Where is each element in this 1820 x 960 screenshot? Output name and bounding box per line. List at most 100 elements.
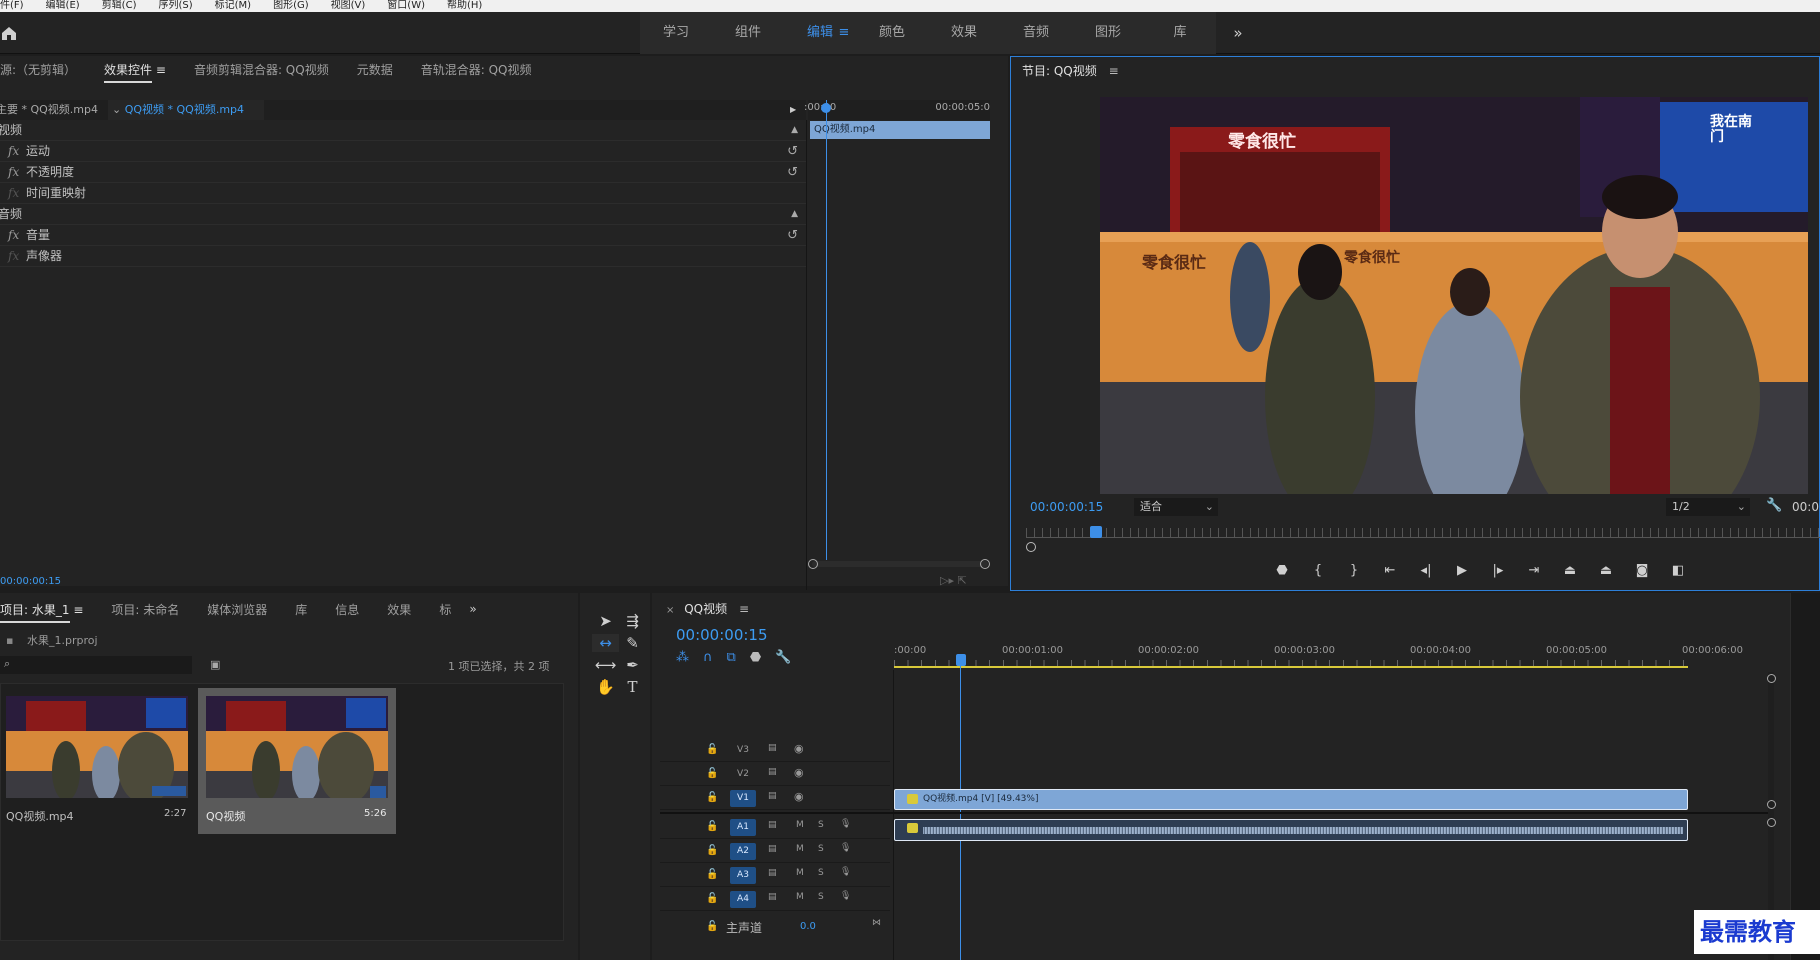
ripple-edit-tool-icon[interactable]: ↔ xyxy=(592,634,619,652)
program-scrub-ruler[interactable] xyxy=(1026,528,1820,538)
menu-file[interactable]: 件(F) xyxy=(0,0,24,12)
selection-tool-icon[interactable]: ➤ xyxy=(592,612,619,630)
zoom-handle[interactable] xyxy=(1026,542,1036,552)
sequence-clip-dropdown[interactable]: ⌄ QQ视频 * QQ视频.mp4 xyxy=(108,100,264,120)
fx-export-icons[interactable]: ▷▸ ⇱ xyxy=(940,574,967,587)
fx-clip-bar[interactable]: QQ视频.mp4 xyxy=(810,121,990,139)
sync-lock-icon[interactable]: ▤ xyxy=(768,844,777,854)
tab-audio-clip-mixer[interactable]: 音频剪辑混合器: QQ视频 xyxy=(180,61,343,78)
fit-dropdown[interactable]: 适合 ⌄ xyxy=(1134,498,1218,516)
master-volume-value[interactable]: 0.0 xyxy=(800,921,816,932)
solo-button[interactable]: S xyxy=(818,844,824,854)
panel-menu-icon[interactable]: ≡ xyxy=(739,602,749,616)
microphone-icon[interactable]: 🎙 xyxy=(840,843,851,853)
step-back-icon[interactable]: ◂| xyxy=(1408,563,1444,578)
microphone-icon[interactable]: 🎙 xyxy=(840,891,851,901)
effect-row-motion[interactable]: fx 运动 ↺ xyxy=(0,141,806,162)
panel-menu-icon[interactable]: ≡ xyxy=(156,63,166,77)
home-icon[interactable] xyxy=(0,24,20,42)
track-target-a3[interactable]: A3 xyxy=(730,867,756,884)
reset-icon[interactable]: ↺ xyxy=(787,225,798,246)
mark-out-icon[interactable]: } xyxy=(1336,563,1372,578)
wrench-icon[interactable]: 🔧 xyxy=(1766,498,1782,513)
workspace-effects[interactable]: 效果 xyxy=(928,12,1000,54)
scroll-handle-left[interactable] xyxy=(808,559,818,569)
resolution-dropdown[interactable]: 1/2 ⌄ xyxy=(1666,498,1750,516)
program-playhead[interactable] xyxy=(1090,526,1102,538)
add-marker-icon[interactable]: ⬣ xyxy=(750,650,761,665)
microphone-icon[interactable]: 🎙 xyxy=(840,819,851,829)
fx-horizontal-scrollbar[interactable] xyxy=(812,561,988,567)
fx-icon[interactable]: fx xyxy=(0,246,26,267)
panel-overflow-icon[interactable]: » xyxy=(465,602,476,616)
menu-clip[interactable]: 剪辑(C) xyxy=(102,0,137,12)
add-marker-icon[interactable]: ⬣ xyxy=(1264,563,1300,578)
tab-metadata[interactable]: 元数据 xyxy=(343,61,407,78)
fx-icon[interactable]: fx xyxy=(0,141,26,162)
video-clip-v1[interactable]: QQ视频.mp4 [V] [49.43%] xyxy=(894,789,1688,810)
eye-icon[interactable]: ◉ xyxy=(794,742,804,755)
settings-wrench-icon[interactable]: 🔧 xyxy=(775,650,791,665)
project-item-clip[interactable]: QQ视频.mp4 2:27 xyxy=(2,688,196,834)
workspace-audio[interactable]: 音频 xyxy=(1000,12,1072,54)
tab-project-fruit[interactable]: 项目: 水果_1 ≡ xyxy=(0,601,97,623)
mute-button[interactable]: M xyxy=(796,892,804,902)
mute-button[interactable]: M xyxy=(796,844,804,854)
reset-icon[interactable]: ↺ xyxy=(787,141,798,162)
effect-row-time-remap[interactable]: fx 时间重映射 xyxy=(0,183,806,204)
workspace-overflow-icon[interactable]: » xyxy=(1226,12,1250,54)
reset-icon[interactable]: ↺ xyxy=(787,162,798,183)
effect-row-opacity[interactable]: fx 不透明度 ↺ xyxy=(0,162,806,183)
track-target-a4[interactable]: A4 xyxy=(730,891,756,908)
effect-row-volume[interactable]: fx 音量 ↺ xyxy=(0,225,806,246)
solo-button[interactable]: S xyxy=(818,868,824,878)
lock-icon[interactable]: 🔓 xyxy=(706,792,718,803)
effect-row-panner[interactable]: fx 声像器 xyxy=(0,246,806,267)
lift-icon[interactable]: ⏏ xyxy=(1552,563,1588,578)
menu-window[interactable]: 窗口(W) xyxy=(387,0,425,12)
tab-info[interactable]: 信息 xyxy=(321,601,373,618)
type-tool-icon[interactable]: T xyxy=(619,678,646,696)
tab-media-browser[interactable]: 媒体浏览器 xyxy=(193,601,281,618)
fx-icon[interactable]: fx xyxy=(0,162,26,183)
tab-effect-controls[interactable]: 效果控件 ≡ xyxy=(90,61,180,83)
lock-icon[interactable]: 🔓 xyxy=(706,869,718,880)
workspace-color[interactable]: 颜色 xyxy=(856,12,928,54)
slip-tool-icon[interactable]: ⟷ xyxy=(592,656,619,674)
program-timecode[interactable]: 00:00:00:15 xyxy=(1030,500,1103,514)
hand-tool-icon[interactable]: ✋ xyxy=(592,678,619,696)
tab-libraries[interactable]: 库 xyxy=(281,601,321,618)
workspace-libraries[interactable]: 库 xyxy=(1144,12,1216,54)
camera-icon[interactable]: ◙ xyxy=(1624,563,1660,578)
sync-lock-icon[interactable]: ▤ xyxy=(768,743,777,753)
pen-tool-icon[interactable]: ✒ xyxy=(619,656,646,674)
eye-icon[interactable]: ◉ xyxy=(794,790,804,803)
tab-effects[interactable]: 效果 xyxy=(373,601,425,618)
project-search-input[interactable]: ⌕ xyxy=(0,656,192,674)
step-forward-icon[interactable]: |▸ xyxy=(1480,563,1516,578)
close-icon[interactable]: × xyxy=(666,605,674,616)
compare-icon[interactable]: ◧ xyxy=(1660,563,1696,578)
track-target-v1[interactable]: V1 xyxy=(730,790,756,807)
menu-view[interactable]: 视图(V) xyxy=(331,0,366,12)
solo-button[interactable]: S xyxy=(818,892,824,902)
play-arrow-icon[interactable]: ▶ xyxy=(790,100,796,120)
go-to-out-icon[interactable]: ⇥ xyxy=(1516,563,1552,578)
fx-timecode[interactable]: 00:00:00:15 xyxy=(0,576,61,587)
sync-lock-icon[interactable]: ▤ xyxy=(768,767,777,777)
sync-lock-icon[interactable]: ▤ xyxy=(768,892,777,902)
snap-magnet-icon[interactable]: ∩ xyxy=(703,650,713,665)
fx-playhead[interactable] xyxy=(826,100,827,560)
microphone-icon[interactable]: 🎙 xyxy=(840,867,851,877)
track-select-tool-icon[interactable]: ⇶ xyxy=(619,612,646,630)
lock-icon[interactable]: 🔓 xyxy=(706,845,718,856)
mute-button[interactable]: M xyxy=(796,820,804,830)
fx-icon[interactable]: fx xyxy=(0,225,26,246)
tab-markers[interactable]: 标 xyxy=(425,601,465,618)
lock-icon[interactable]: 🔓 xyxy=(706,921,718,932)
lock-icon[interactable]: 🔓 xyxy=(706,768,718,779)
workspace-graphics[interactable]: 图形 xyxy=(1072,12,1144,54)
workspace-assembly[interactable]: 组件 xyxy=(712,12,784,54)
menu-edit[interactable]: 编辑(E) xyxy=(46,0,80,12)
timeline-playhead-handle[interactable] xyxy=(956,654,966,666)
